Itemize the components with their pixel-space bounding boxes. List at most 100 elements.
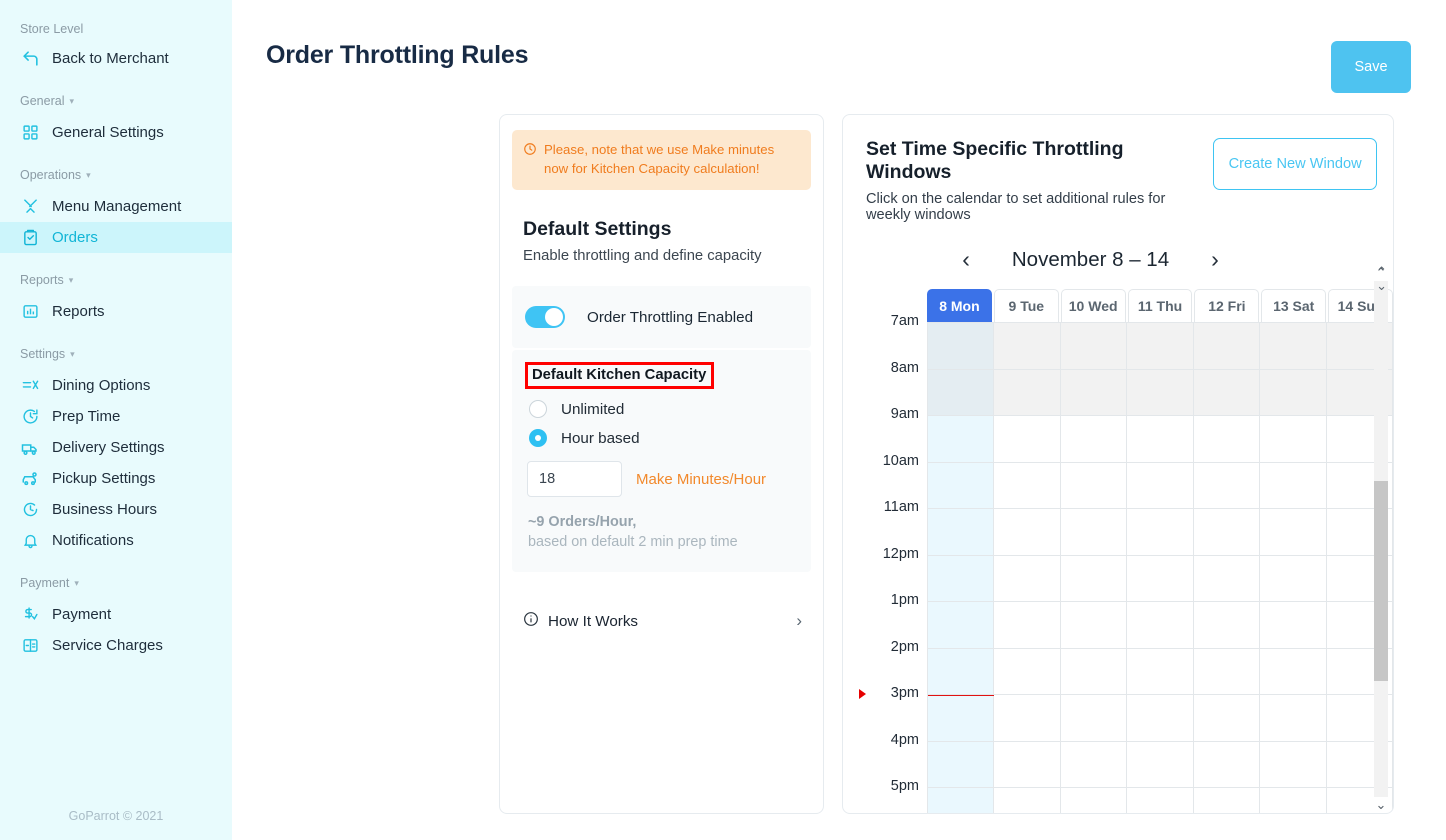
sidebar-footer: GoParrot © 2021 bbox=[68, 809, 164, 823]
sidebar-item-general-settings[interactable]: General Settings bbox=[0, 117, 232, 148]
time-label-5pm: 5pm bbox=[890, 778, 919, 794]
sidebar-item-reports[interactable]: Reports bbox=[0, 296, 232, 327]
calendar-vertical-scrollbar[interactable]: ⌃ ⌄ bbox=[1373, 265, 1389, 813]
sidebar-group-label: Reports bbox=[20, 273, 64, 287]
scrollbar-down-arrow[interactable]: ⌄ bbox=[1376, 797, 1387, 813]
calendar-title: Set Time Specific Throttling Windows bbox=[866, 138, 1124, 183]
hour-gridline bbox=[928, 788, 1393, 813]
sidebar-item-label: Menu Management bbox=[52, 198, 182, 215]
hour-gridline bbox=[928, 509, 1393, 556]
clipboard-check-icon bbox=[20, 228, 40, 248]
sidebar-group-payment[interactable]: Payment ▾ bbox=[0, 576, 232, 590]
calendar-scroll-chevrons[interactable]: ⌃ ⌄ bbox=[1376, 265, 1387, 292]
chevron-up-icon[interactable]: ⌃ bbox=[1376, 265, 1387, 278]
time-label-1pm: 1pm bbox=[890, 592, 919, 608]
radio-unlimited-row[interactable]: Unlimited bbox=[525, 400, 798, 419]
sidebar-item-label: Pickup Settings bbox=[52, 470, 156, 487]
time-label-3pm: 3pm bbox=[890, 685, 919, 701]
time-label-11am: 11am bbox=[883, 499, 919, 515]
orders-per-hour-estimate: ~9 Orders/Hour, bbox=[528, 514, 637, 531]
service-charges-icon bbox=[20, 636, 40, 656]
hour-gridline bbox=[928, 370, 1393, 416]
radio-unlimited[interactable] bbox=[529, 400, 547, 419]
calendar-grid[interactable] bbox=[927, 322, 1393, 813]
sidebar-item-payment[interactable]: Payment bbox=[0, 599, 232, 630]
sidebar-item-notifications[interactable]: Notifications bbox=[0, 525, 232, 556]
main-content: Order Throttling Rules Save Please, note… bbox=[232, 0, 1446, 840]
hour-gridline bbox=[928, 416, 1393, 463]
capacity-title: Default Kitchen Capacity bbox=[532, 367, 707, 384]
warning-banner: Please, note that we use Make minutes no… bbox=[512, 130, 811, 191]
create-new-window-button[interactable]: Create New Window bbox=[1213, 138, 1377, 190]
order-throttling-toggle[interactable] bbox=[525, 306, 565, 329]
sidebar-item-service-charges[interactable]: Service Charges bbox=[0, 630, 232, 661]
radio-hour-based-row[interactable]: Hour based bbox=[525, 429, 798, 448]
how-it-works-row[interactable]: How It Works › bbox=[512, 601, 811, 641]
sidebar-item-pickup-settings[interactable]: Pickup Settings bbox=[0, 463, 232, 494]
apps-grid-icon bbox=[20, 123, 40, 143]
warning-text: Please, note that we use Make minutes no… bbox=[544, 142, 775, 176]
sidebar-item-delivery-settings[interactable]: Delivery Settings bbox=[0, 432, 232, 463]
scrollbar-thumb[interactable] bbox=[1374, 481, 1388, 681]
calendar-navigation: ‹ November 8 – 14 › bbox=[843, 246, 1393, 273]
time-label-10am: 10am bbox=[882, 452, 919, 469]
calendar-subtitle: Click on the calendar to set additional … bbox=[866, 191, 1166, 223]
sidebar-item-dining-options[interactable]: Dining Options bbox=[0, 370, 232, 401]
order-throttling-toggle-row[interactable]: Order Throttling Enabled bbox=[512, 286, 811, 349]
sidebar-group-label: Payment bbox=[20, 576, 70, 590]
radio-hour-based[interactable] bbox=[529, 429, 547, 448]
prev-week-button[interactable]: ‹ bbox=[954, 246, 978, 273]
sidebar-item-business-hours[interactable]: Business Hours bbox=[0, 494, 232, 525]
toggle-knob bbox=[545, 308, 563, 327]
sidebar-group-store-level: Store Level bbox=[0, 22, 232, 36]
chevron-down-icon: ▾ bbox=[86, 169, 91, 180]
sidebar-item-prep-time[interactable]: Prep Time bbox=[0, 401, 232, 432]
save-button[interactable]: Save bbox=[1331, 41, 1411, 93]
sidebar-group-label: Operations bbox=[20, 168, 82, 182]
make-minutes-row: Make Minutes/Hour bbox=[525, 461, 798, 498]
day-header-12-fri[interactable]: 12 Fri bbox=[1194, 289, 1260, 322]
scrollbar-track[interactable] bbox=[1374, 281, 1388, 797]
calendar-body: 7am 8am 9am 10am 11am 12pm 1pm 2pm 3pm 4pm 5pm 8 M… bbox=[843, 289, 1393, 813]
dollar-icon bbox=[20, 605, 40, 625]
sidebar-group-label: Store Level bbox=[20, 22, 84, 36]
sidebar-item-label: General Settings bbox=[52, 124, 164, 141]
sidebar-group-reports[interactable]: Reports ▾ bbox=[0, 273, 232, 287]
info-icon bbox=[523, 611, 539, 631]
app-root: Store Level Back to Merchant General ▾ G… bbox=[0, 0, 1446, 840]
day-header-10-wed[interactable]: 10 Wed bbox=[1060, 289, 1126, 322]
time-label-4pm: 4pm bbox=[890, 731, 919, 748]
hour-gridline bbox=[928, 742, 1393, 788]
day-header-9-tue[interactable]: 9 Tue bbox=[993, 289, 1059, 322]
day-header-8-mon[interactable]: 8 Mon bbox=[927, 289, 992, 322]
day-header-13-sat[interactable]: 13 Sat bbox=[1261, 289, 1327, 322]
cutlery-icon bbox=[20, 197, 40, 217]
sidebar-group-general[interactable]: General ▾ bbox=[0, 94, 232, 108]
chevron-down-icon[interactable]: ⌄ bbox=[1376, 279, 1387, 292]
sidebar-item-orders[interactable]: Orders bbox=[0, 222, 232, 253]
time-label-8am: 8am bbox=[890, 359, 919, 376]
radio-unlimited-label: Unlimited bbox=[561, 400, 625, 418]
sidebar-item-menu-management[interactable]: Menu Management bbox=[0, 191, 232, 222]
capacity-title-highlight: Default Kitchen Capacity bbox=[525, 362, 715, 390]
sidebar-group-operations[interactable]: Operations ▾ bbox=[0, 168, 232, 182]
hour-gridline bbox=[928, 556, 1393, 602]
page-header: Order Throttling Rules Save bbox=[232, 0, 1446, 93]
sidebar-group-settings[interactable]: Settings ▾ bbox=[0, 347, 232, 361]
time-gutter: 7am 8am 9am 10am 11am 12pm 1pm 2pm 3pm 4pm 5pm bbox=[843, 289, 927, 813]
make-minutes-input[interactable] bbox=[527, 461, 622, 498]
calendar-grid-area: 8 Mon 9 Tue 10 Wed 11 Thu 12 Fri 13 Sat 14 Sun bbox=[927, 289, 1393, 813]
sidebar-item-label: Prep Time bbox=[52, 408, 121, 425]
how-it-works-left: How It Works bbox=[523, 611, 638, 631]
sidebar-group-label: General bbox=[20, 94, 65, 108]
day-header-11-thu[interactable]: 11 Thu bbox=[1127, 289, 1193, 322]
sidebar-item-label: Delivery Settings bbox=[52, 439, 165, 456]
next-week-button[interactable]: › bbox=[1203, 246, 1227, 273]
sidebar-item-label: Reports bbox=[52, 303, 105, 320]
sidebar: Store Level Back to Merchant General ▾ G… bbox=[0, 0, 232, 840]
chevron-down-icon: ▾ bbox=[74, 577, 79, 588]
sidebar-item-back-to-merchant[interactable]: Back to Merchant bbox=[0, 43, 232, 74]
